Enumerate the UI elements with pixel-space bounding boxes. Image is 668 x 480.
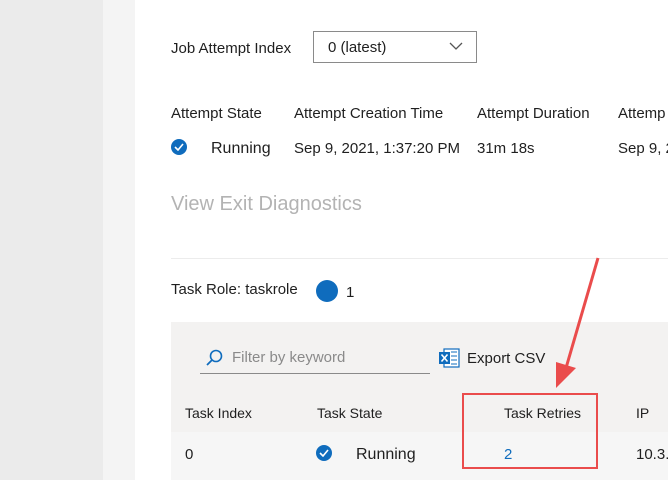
annotation-arrow-icon xyxy=(556,257,600,388)
